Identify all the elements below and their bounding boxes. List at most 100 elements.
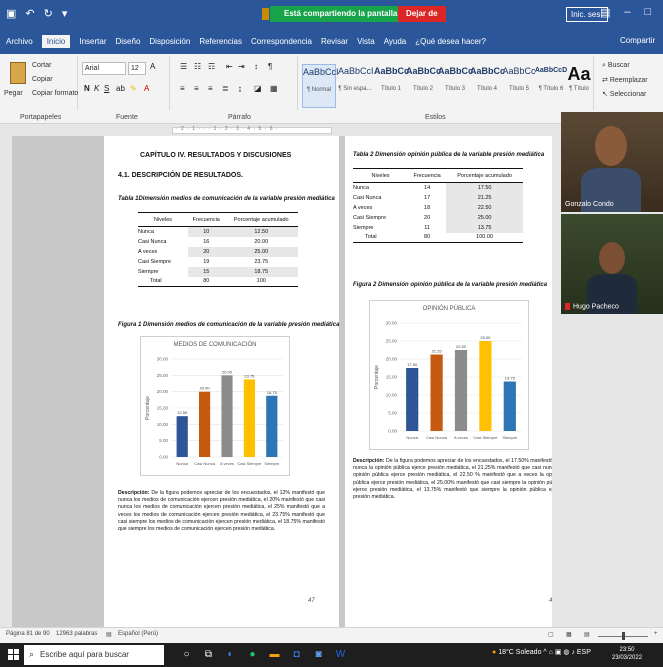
table-cell: 20 [424, 214, 431, 221]
bold-icon[interactable]: N [84, 84, 90, 93]
taskbar-search[interactable]: ⌕ Escribe aquí para buscar [24, 645, 164, 665]
ribbon-display-icon[interactable]: ▤ [600, 6, 610, 19]
stop-share-button[interactable]: Dejar de [398, 6, 446, 22]
web-layout-icon[interactable]: ▤ [584, 631, 590, 638]
tab-inicio[interactable]: Inicio [41, 35, 71, 48]
replace-button[interactable]: ⇄ Reemplazar [602, 76, 648, 84]
save-icon[interactable]: ▣ [6, 8, 16, 20]
justify-icon[interactable]: ≣ [222, 84, 229, 93]
tab-correspondencia[interactable]: Correspondencia [251, 35, 312, 48]
increase-indent-icon[interactable]: ⇥ [238, 62, 245, 71]
cortana-icon[interactable]: ○ [180, 647, 193, 662]
tab-archivo[interactable]: Archivo [6, 35, 33, 48]
strikethrough-icon[interactable]: ab [116, 84, 125, 93]
tab-disposicion[interactable]: Disposición [149, 35, 190, 48]
share-button[interactable]: Compartir [620, 36, 655, 45]
word-count[interactable]: 12963 palabras [56, 631, 97, 637]
chart-medios[interactable]: MEDIOS DE COMUNICACIÓN 0.00 5.00 10.00 15.0… [140, 336, 290, 476]
proofing-icon[interactable]: ▤ [106, 631, 112, 638]
undo-icon[interactable]: ↶ [25, 8, 34, 20]
line-spacing-icon[interactable]: ↨ [238, 84, 242, 93]
page-48[interactable]: Tabla 2 Dimensión opinión pública de la … [345, 136, 552, 627]
decrease-indent-icon[interactable]: ⇤ [226, 62, 233, 71]
align-center-icon[interactable]: ≡ [194, 84, 199, 93]
store-icon[interactable]: ◘ [290, 647, 303, 662]
style-heading-4[interactable]: AaBbCc Título 4 [470, 64, 505, 108]
font-size-select[interactable]: 12 [128, 62, 146, 75]
page-47[interactable]: CAPÍTULO IV. RESULTADOS Y DISCUSIONES 4.… [104, 136, 339, 627]
align-left-icon[interactable]: ≡ [180, 84, 185, 93]
underline-icon[interactable]: S [104, 84, 109, 93]
customize-icon[interactable]: ▾ [62, 8, 68, 20]
style-heading-1[interactable]: AaBbCc Título 1 [374, 64, 409, 108]
read-mode-icon[interactable]: ▢ [548, 631, 554, 638]
style-heading-3[interactable]: AaBbCc Título 3 [438, 64, 473, 108]
grow-font-icon[interactable]: A [150, 62, 155, 71]
chart-opinion[interactable]: OPINIÓN PÚBLICA 0.00 5.00 10.00 15.00 20.00 2… [369, 300, 529, 450]
zoom-slider-thumb[interactable] [622, 632, 625, 640]
weather-icon[interactable]: ● [492, 649, 496, 656]
file-explorer-icon[interactable]: ▬ [268, 647, 281, 662]
language-indicator[interactable]: ESP [577, 649, 591, 656]
show-marks-icon[interactable]: ¶ [268, 62, 272, 71]
multilevel-list-icon[interactable]: ☶ [208, 62, 215, 71]
table-cell: Nunca [353, 184, 369, 191]
font-family-select[interactable]: Arial [82, 62, 126, 75]
copy-button[interactable]: Copiar [32, 76, 53, 83]
restore-icon[interactable]: □ [645, 6, 652, 19]
style-heading-2[interactable]: AaBbCc Título 2 [406, 64, 441, 108]
table-cell: 14 [424, 184, 431, 191]
table-cell: 23.75 [254, 258, 269, 265]
italic-icon[interactable]: K [94, 84, 99, 93]
bullets-icon[interactable]: ☰ [180, 62, 187, 71]
word-icon[interactable]: W [334, 647, 347, 662]
windows-start-icon[interactable] [8, 649, 20, 661]
style-heading-5[interactable]: AaBbCc Título 5 [502, 64, 536, 108]
style-no-spacing[interactable]: AaBbCcI ¶ Sin espa... [338, 64, 374, 108]
style-heading-6[interactable]: AaBbCcD ¶ Título 6 [534, 64, 568, 108]
teams-icon[interactable]: ◙ [312, 647, 325, 662]
clock-time: 23:50 [619, 647, 635, 653]
video-tile-participant-1[interactable]: Gonzalo Condo [561, 112, 663, 212]
tab-ayuda[interactable]: Ayuda [384, 35, 407, 48]
task-view-icon[interactable]: ⧉ [202, 647, 215, 662]
select-button[interactable]: ↖ Seleccionar [602, 90, 646, 98]
language-indicator[interactable]: Español (Perú) [118, 631, 158, 637]
data-label: 12.50 [177, 410, 188, 415]
clock[interactable]: 23:50 23/03/2022 [612, 646, 642, 662]
document-canvas[interactable]: CAPÍTULO IV. RESULTADOS Y DISCUSIONES 4.… [12, 136, 552, 627]
paste-icon[interactable] [10, 62, 26, 84]
paste-button[interactable]: Pegar [4, 90, 23, 97]
redo-icon[interactable]: ↻ [44, 8, 53, 20]
borders-icon[interactable]: ▦ [270, 84, 278, 93]
numbering-icon[interactable]: ☷ [194, 62, 201, 71]
tab-vista[interactable]: Vista [357, 35, 375, 48]
tab-insertar[interactable]: Insertar [79, 35, 106, 48]
edge-icon[interactable]: ◐ [224, 647, 237, 662]
font-color-icon[interactable]: A [144, 84, 149, 93]
format-painter-button[interactable]: Copiar formato [32, 90, 78, 97]
video-tile-participant-2[interactable]: Hugo Pacheco [561, 214, 663, 314]
tell-me-search[interactable]: ¿Qué desea hacer? [415, 35, 486, 48]
zoom-in-button[interactable]: + [654, 631, 658, 637]
highlight-icon[interactable]: ✎ [130, 84, 137, 93]
weather-text[interactable]: 18°C Soleado [498, 649, 541, 656]
align-right-icon[interactable]: ≡ [208, 84, 213, 93]
print-layout-icon[interactable]: ▦ [566, 631, 572, 638]
tab-diseno[interactable]: Diseño [116, 35, 141, 48]
tray-icons[interactable]: ^ ⌂ ▣ ◍ ♪ [543, 649, 576, 656]
data-label: 17.50 [407, 362, 418, 367]
style-title[interactable]: Aa ¶ Título [566, 64, 592, 108]
y-tick-label: 25.00 [157, 373, 169, 378]
style-normal[interactable]: AaBbCcI ¶ Normal [302, 64, 339, 108]
page-count[interactable]: Página 81 de 90 [6, 631, 50, 637]
sort-icon[interactable]: ↕ [254, 62, 258, 71]
tab-referencias[interactable]: Referencias [199, 35, 242, 48]
cut-button[interactable]: Cortar [32, 62, 51, 69]
page-number: 47 [308, 598, 315, 604]
tab-revisar[interactable]: Revisar [321, 35, 348, 48]
find-button[interactable]: ⌕ Buscar [602, 62, 630, 70]
minimize-icon[interactable]: – [624, 6, 630, 19]
chrome-icon[interactable]: ● [246, 647, 259, 662]
shading-icon[interactable]: ◪ [254, 84, 262, 93]
